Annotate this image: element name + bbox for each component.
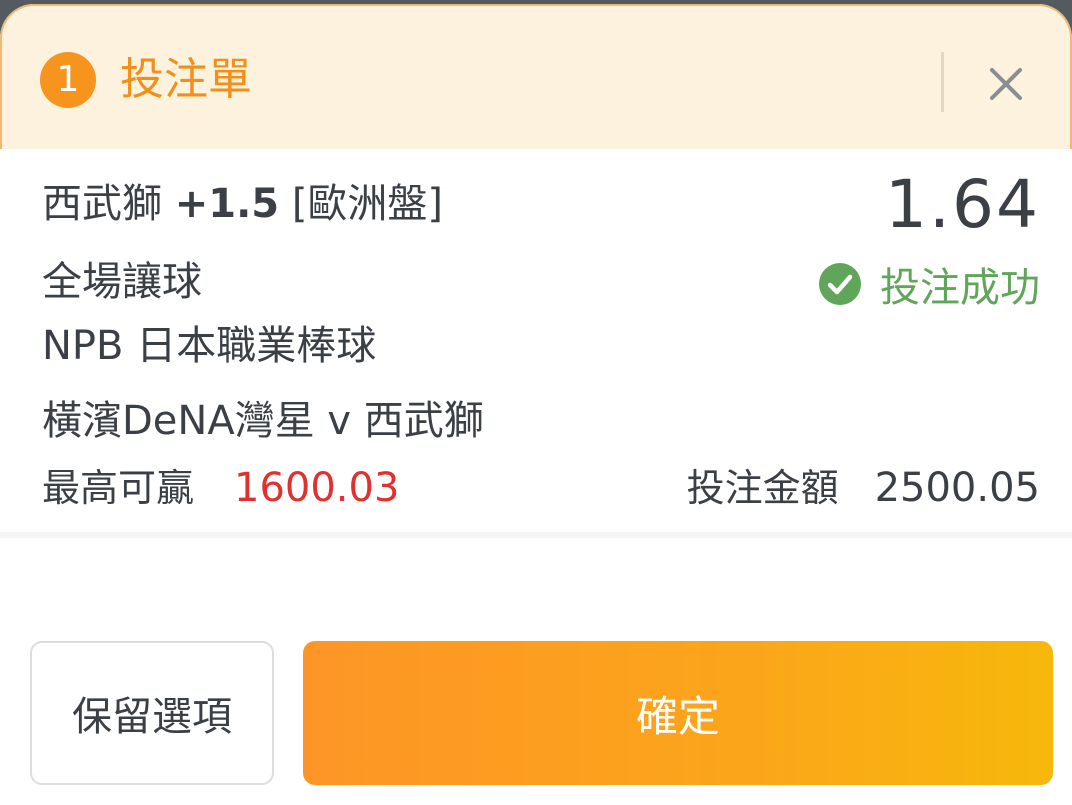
selection-market-type: [歐洲盤] <box>291 181 444 227</box>
max-win-value: 1600.03 <box>234 465 400 511</box>
section-separator <box>0 532 1072 538</box>
stake-amount: 投注金額 2500.05 <box>687 460 1040 516</box>
bet-odds: 1.64 <box>885 166 1040 243</box>
bet-league: NPB 日本職業棒球 <box>42 323 377 369</box>
header-divider <box>941 52 944 112</box>
keep-selections-button[interactable]: 保留選項 <box>30 641 274 785</box>
bet-status-text: 投注成功 <box>880 265 1040 311</box>
bet-match: 橫濱DeNA灣星 v 西武獅 <box>42 398 484 444</box>
max-win-label: 最高可贏 <box>42 466 195 510</box>
stake-label: 投注金額 <box>686 466 839 510</box>
bet-slip-header: 1 投注單 <box>0 4 1072 149</box>
selection-handicap: +1.5 <box>174 181 280 227</box>
bet-status: 投注成功 <box>818 256 1040 312</box>
bet-slip-title: 投注單 <box>120 54 252 105</box>
bet-market: 全場讓球 <box>42 259 202 305</box>
bet-count-badge: 1 <box>40 52 96 108</box>
close-icon[interactable] <box>978 56 1034 112</box>
bet-slip-panel: 1 投注單 西武獅 +1.5 [歐洲盤] 1.64 全場讓球 投注成功 NPB … <box>0 4 1072 805</box>
confirm-button[interactable]: 確定 <box>303 641 1053 785</box>
selection-team: 西武獅 <box>42 181 162 227</box>
bet-selection: 西武獅 +1.5 [歐洲盤] <box>42 172 443 236</box>
check-circle-icon <box>819 263 861 305</box>
stake-value: 2500.05 <box>874 465 1040 511</box>
